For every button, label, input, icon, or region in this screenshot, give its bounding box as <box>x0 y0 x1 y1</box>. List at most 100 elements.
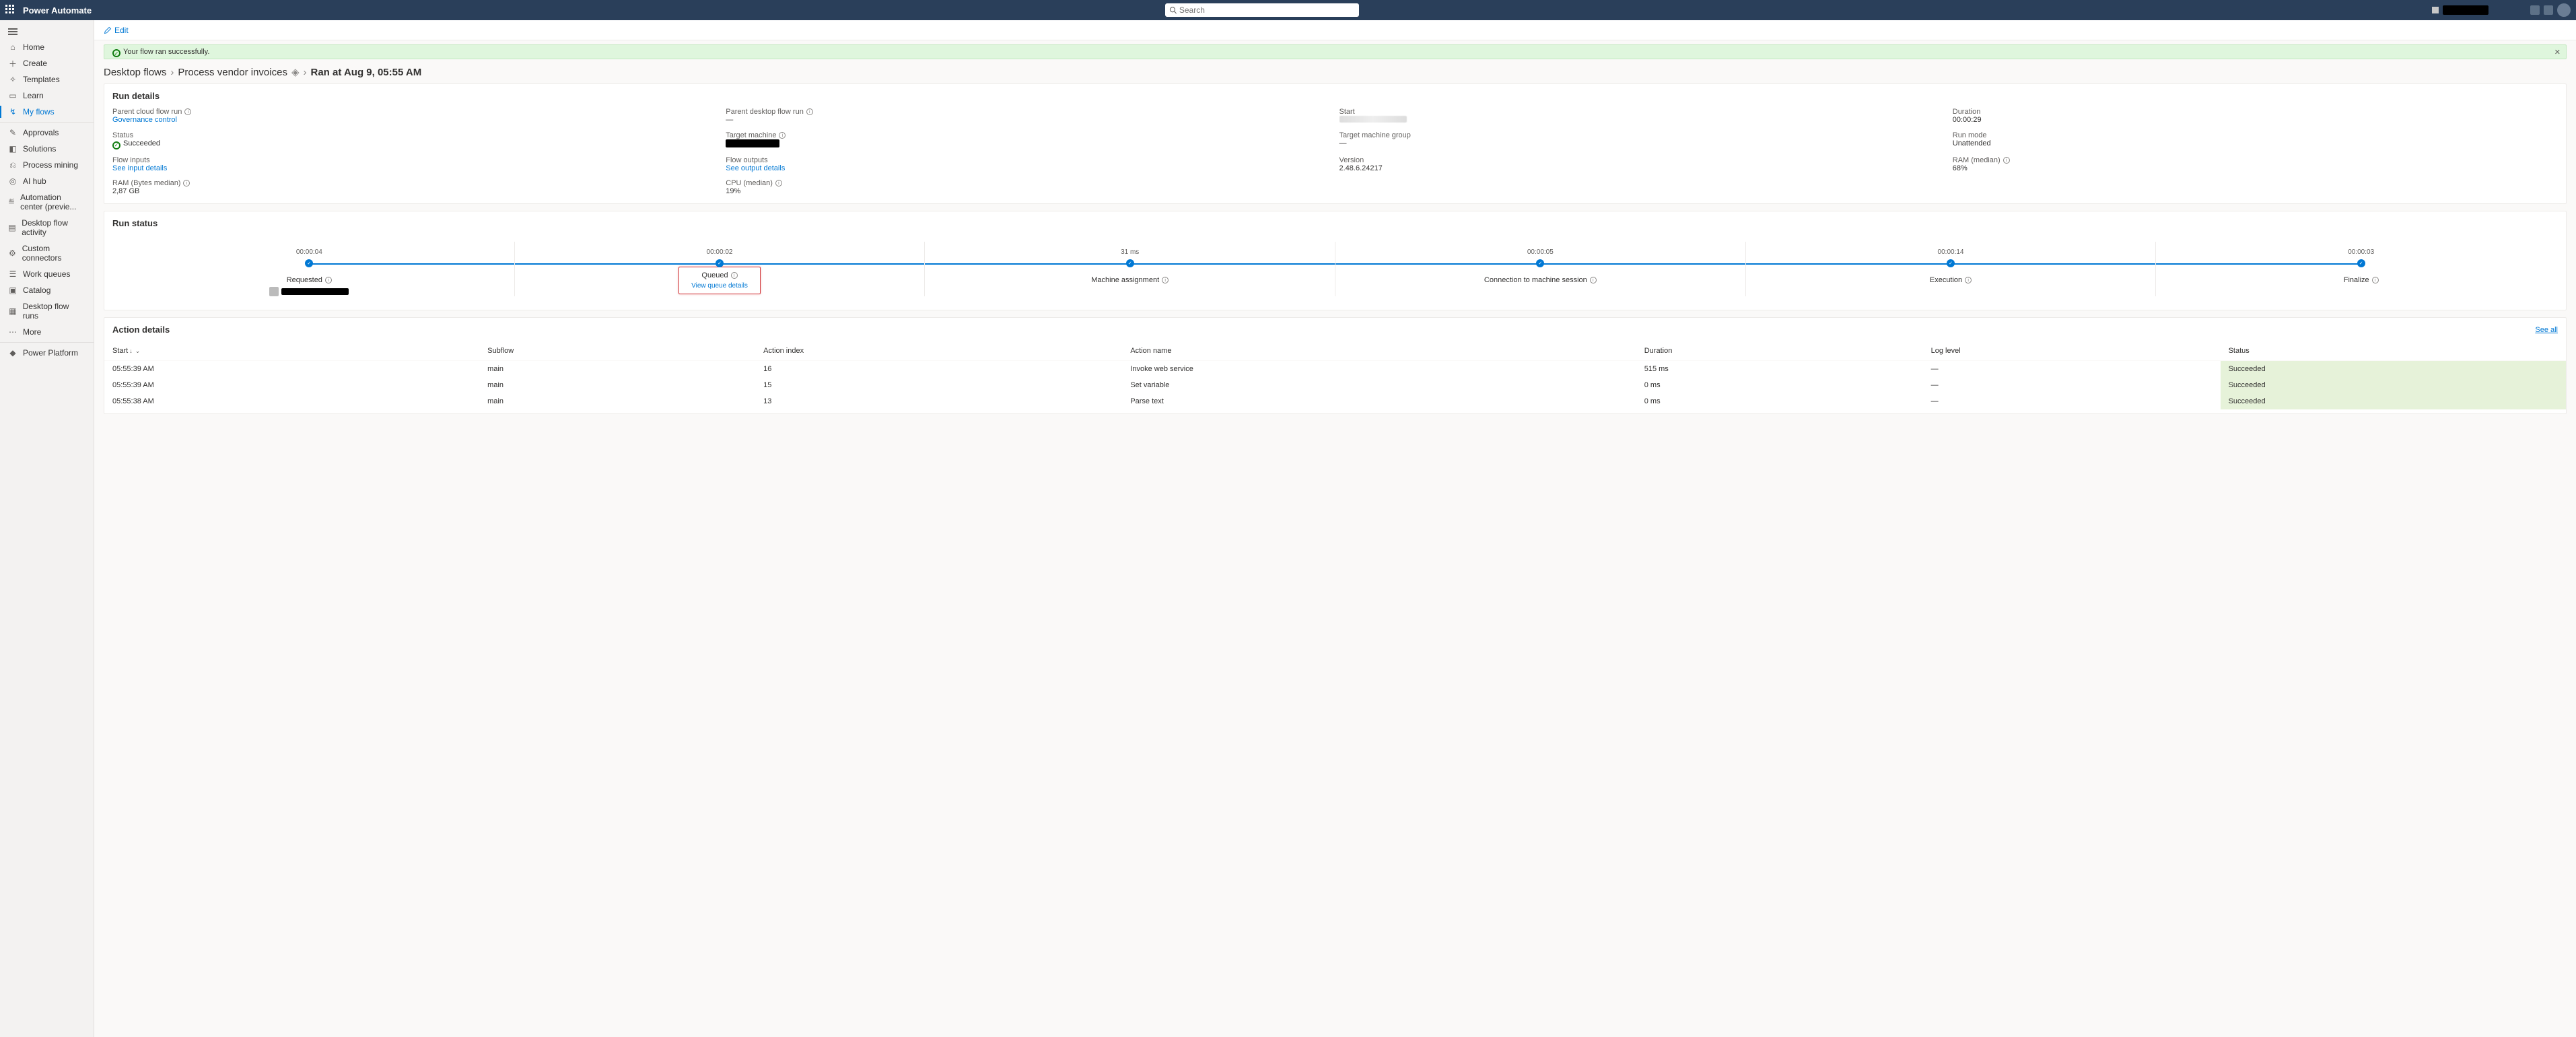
nav-catalog[interactable]: ▣Catalog <box>0 282 94 298</box>
cell-subflow: main <box>479 377 755 393</box>
table-row[interactable]: 05:55:38 AM main 13 Parse text 0 ms — Su… <box>104 393 2566 409</box>
stage-label: Machine assignment <box>1091 276 1159 284</box>
value-cpu-median: 19% <box>726 187 1331 195</box>
stage-check-icon: ✓ <box>1126 259 1134 267</box>
nav-more[interactable]: ⋯More <box>0 324 94 340</box>
col-action-index[interactable]: Action index <box>755 341 1122 361</box>
app-launcher-icon[interactable] <box>5 5 16 15</box>
nav-ai-hub[interactable]: ◎AI hub <box>0 173 94 189</box>
info-icon[interactable]: i <box>1590 277 1597 283</box>
cell-name: Parse text <box>1122 393 1636 409</box>
nav-custom-connectors[interactable]: ⚙Custom connectors <box>0 240 94 266</box>
action-details-card: Action details See all Start↓⌄ Subflow A… <box>104 317 2567 414</box>
nav-desktop-flow-runs[interactable]: ▦Desktop flow runs <box>0 298 94 324</box>
nav-automation-center[interactable]: ≝Automation center (previe... <box>0 189 94 215</box>
input-details-link[interactable]: See input details <box>112 164 167 172</box>
command-bar: Edit <box>94 20 2576 40</box>
breadcrumb: Desktop flows › Process vendor invoices … <box>104 63 2567 83</box>
cell-dur: 0 ms <box>1636 393 1923 409</box>
search-input[interactable] <box>1179 5 1355 15</box>
info-icon[interactable]: i <box>325 277 332 283</box>
col-subflow[interactable]: Subflow <box>479 341 755 361</box>
parent-cloud-link[interactable]: Governance control <box>112 116 177 124</box>
nav-learn[interactable]: ▭Learn <box>0 88 94 104</box>
nav-label: Create <box>23 59 47 68</box>
run-status-card: Run status 00:00:04 ✓ Requestedi 00:00:0… <box>104 211 2567 310</box>
nav-templates[interactable]: ✧Templates <box>0 71 94 88</box>
breadcrumb-current: Ran at Aug 9, 05:55 AM <box>311 67 422 78</box>
search-icon <box>1169 6 1177 14</box>
success-banner: Your flow ran successfully. ✕ <box>104 44 2567 59</box>
stage-check-icon: ✓ <box>305 259 313 267</box>
nav-label: Desktop flow runs <box>23 302 85 321</box>
nav-solutions[interactable]: ◧Solutions <box>0 141 94 157</box>
see-all-link[interactable]: See all <box>2535 326 2558 334</box>
table-row[interactable]: 05:55:39 AM main 15 Set variable 0 ms — … <box>104 377 2566 393</box>
nav-label: Power Platform <box>23 348 78 358</box>
stage-time: 00:00:05 <box>1527 248 1554 256</box>
view-queue-details-link[interactable]: View queue details <box>691 282 748 290</box>
stage-machine-assignment: 31 ms ✓ Machine assignmenti <box>925 242 1335 296</box>
cell-status: Succeeded <box>2221 393 2566 409</box>
info-icon[interactable]: i <box>183 180 190 187</box>
info-icon[interactable]: i <box>806 108 813 115</box>
info-icon[interactable]: i <box>2372 277 2379 283</box>
cell-log: — <box>1923 361 2221 378</box>
label-parent-desktop: Parent desktop flow runi <box>726 108 1331 116</box>
nav-separator <box>0 122 94 123</box>
value-ram-bytes: 2,87 GB <box>112 187 718 195</box>
col-duration[interactable]: Duration <box>1636 341 1923 361</box>
environment-name[interactable] <box>2443 5 2488 15</box>
collapse-nav-button[interactable] <box>0 24 94 39</box>
nav-work-queues[interactable]: ☰Work queues <box>0 266 94 282</box>
nav-desktop-flow-activity[interactable]: ▤Desktop flow activity <box>0 215 94 240</box>
cell-dur: 0 ms <box>1636 377 1923 393</box>
label-flow-outputs: Flow outputs <box>726 156 1331 164</box>
info-icon[interactable]: i <box>184 108 191 115</box>
info-icon[interactable]: i <box>1965 277 1972 283</box>
breadcrumb-desktop-flows[interactable]: Desktop flows <box>104 67 166 78</box>
col-start[interactable]: Start↓⌄ <box>104 341 479 361</box>
nav-power-platform[interactable]: ◆Power Platform <box>0 345 94 361</box>
stage-check-icon: ✓ <box>2357 259 2365 267</box>
label-target-group: Target machine group <box>1339 131 1945 139</box>
edit-button[interactable]: Edit <box>104 26 129 35</box>
col-log-level[interactable]: Log level <box>1923 341 2221 361</box>
settings-icon[interactable] <box>2530 5 2540 15</box>
stage-check-icon: ✓ <box>1947 259 1955 267</box>
info-icon[interactable]: i <box>779 132 786 139</box>
close-icon[interactable]: ✕ <box>2554 48 2561 57</box>
nav-label: Process mining <box>23 160 78 170</box>
info-icon[interactable]: i <box>731 272 738 279</box>
environment-icon[interactable] <box>2432 7 2439 13</box>
table-row[interactable]: 05:55:39 AM main 16 Invoke web service 5… <box>104 361 2566 378</box>
value-run-mode: Unattended <box>1953 139 2558 147</box>
breadcrumb-flow-name[interactable]: Process vendor invoices <box>178 67 287 78</box>
run-status-timeline: 00:00:04 ✓ Requestedi 00:00:02 ✓ Queuedi… <box>104 235 2566 310</box>
stage-label: Finalize <box>2344 276 2369 284</box>
nav-home[interactable]: ⌂Home <box>0 39 94 55</box>
col-status[interactable]: Status <box>2221 341 2566 361</box>
global-search[interactable] <box>1165 3 1359 17</box>
user-icon <box>269 287 279 296</box>
user-avatar[interactable] <box>2557 3 2571 17</box>
topbar-right <box>2432 3 2571 17</box>
col-action-name[interactable]: Action name <box>1122 341 1636 361</box>
nav-create[interactable]: ＋Create <box>0 55 94 71</box>
stage-label: Connection to machine session <box>1484 276 1587 284</box>
label-parent-cloud: Parent cloud flow runi <box>112 108 718 116</box>
value-version: 2.48.6.24217 <box>1339 164 1945 172</box>
nav-label: Work queues <box>23 269 70 279</box>
output-details-link[interactable]: See output details <box>726 164 785 172</box>
info-icon[interactable]: i <box>1162 277 1169 283</box>
pencil-icon <box>104 26 112 34</box>
label-flow-inputs: Flow inputs <box>112 156 718 164</box>
nav-approvals[interactable]: ✎Approvals <box>0 125 94 141</box>
help-icon[interactable] <box>2544 5 2553 15</box>
info-icon[interactable]: i <box>2003 157 2010 164</box>
info-icon[interactable]: i <box>775 180 782 187</box>
nav-my-flows[interactable]: ↯My flows <box>0 104 94 120</box>
cell-log: — <box>1923 377 2221 393</box>
nav-process-mining[interactable]: ⎌Process mining <box>0 157 94 173</box>
left-nav: ⌂Home ＋Create ✧Templates ▭Learn ↯My flow… <box>0 20 94 1037</box>
